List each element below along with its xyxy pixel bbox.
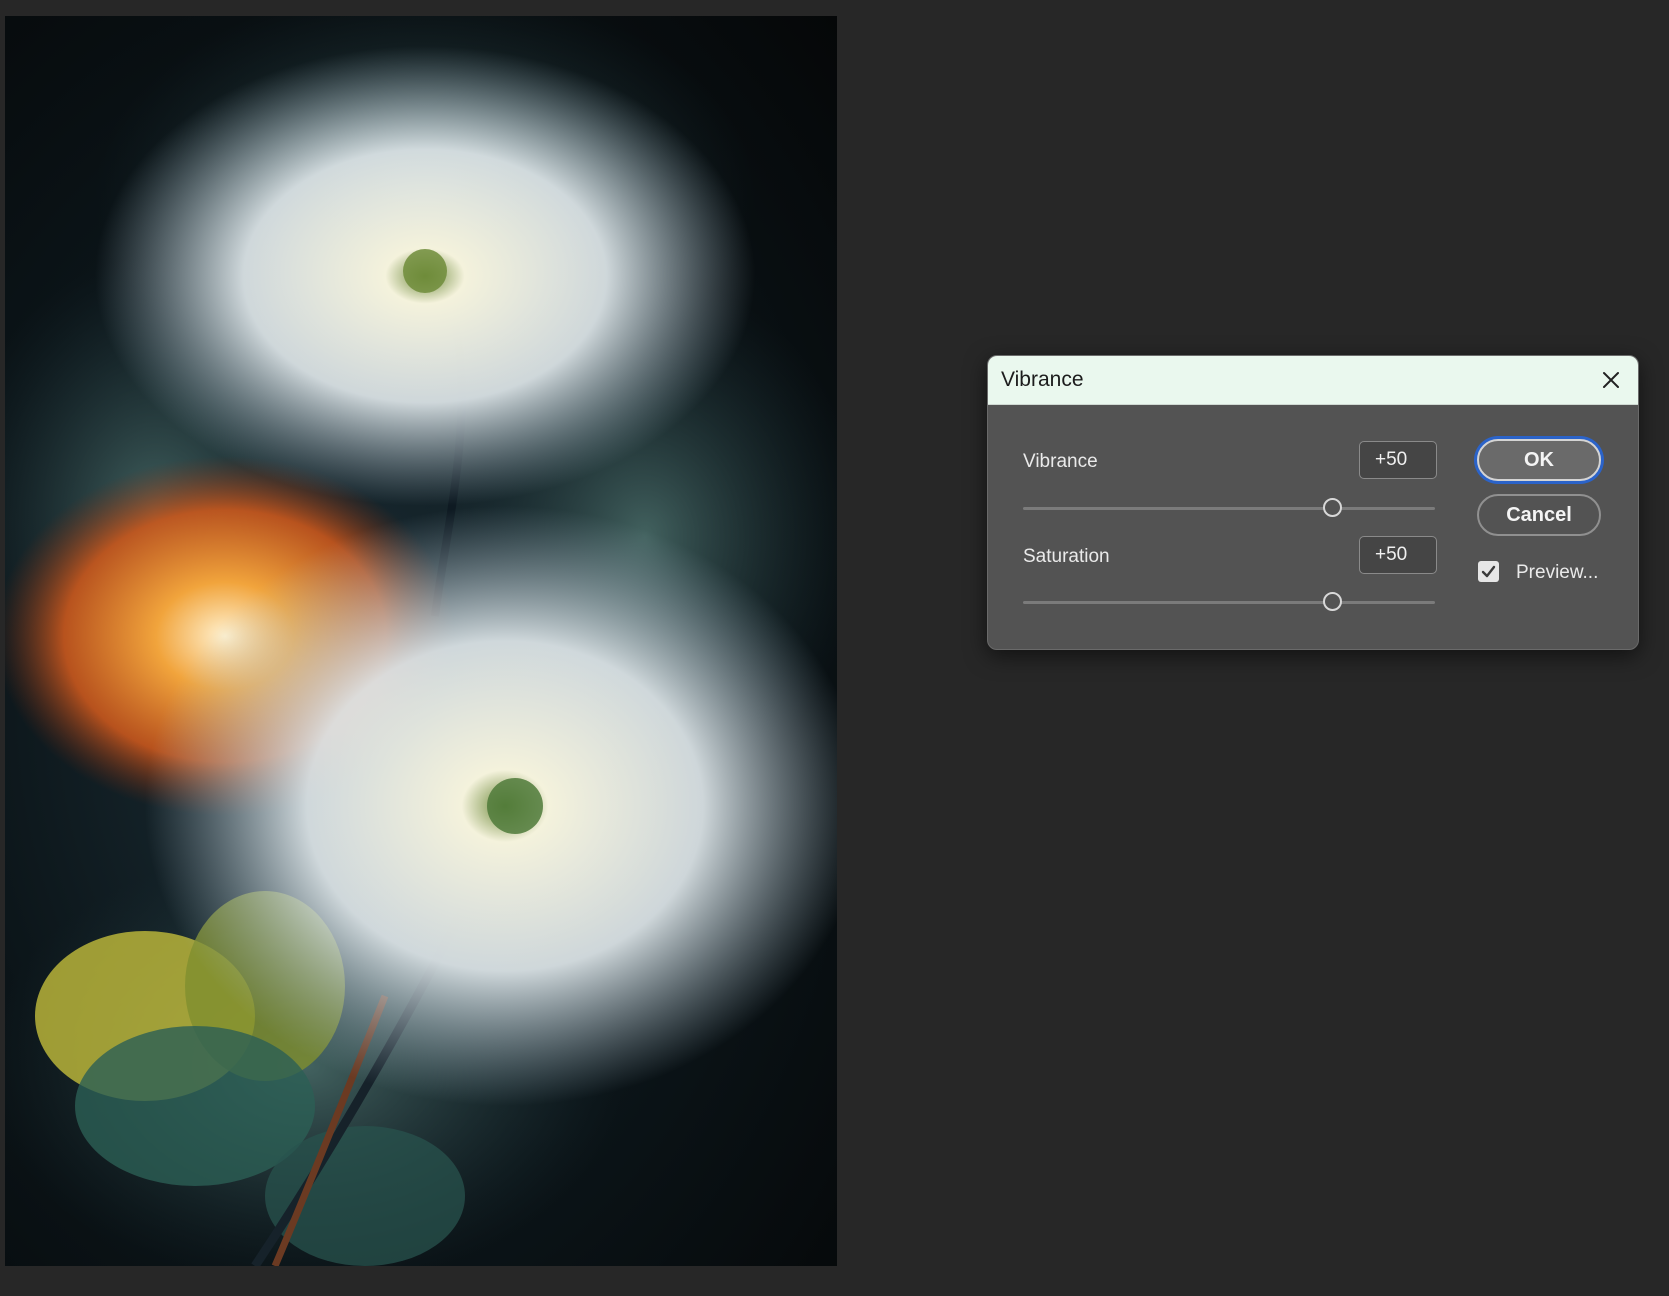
- saturation-value-field[interactable]: +50: [1359, 536, 1437, 574]
- vibrance-slider-thumb[interactable]: [1322, 498, 1342, 517]
- saturation-slider-track[interactable]: [1023, 601, 1435, 604]
- saturation-label: Saturation: [1023, 546, 1110, 567]
- photoshop-workspace: Vibrance Vibrance +50 Saturation +50 OK …: [0, 0, 1669, 1296]
- document-canvas-image: [5, 16, 837, 1266]
- preview-checkbox[interactable]: [1478, 561, 1499, 582]
- vibrance-label: Vibrance: [1023, 451, 1098, 472]
- saturation-slider-thumb[interactable]: [1322, 592, 1342, 611]
- close-icon: [1603, 372, 1619, 388]
- flower-artwork: [5, 16, 837, 1266]
- cancel-button[interactable]: Cancel: [1477, 494, 1601, 536]
- checkmark-icon: [1481, 565, 1496, 578]
- close-button[interactable]: [1596, 365, 1626, 395]
- vibrance-value-field[interactable]: +50: [1359, 441, 1437, 479]
- vibrance-slider-track[interactable]: [1023, 507, 1435, 510]
- vibrance-dialog: Vibrance Vibrance +50 Saturation +50 OK …: [987, 355, 1639, 650]
- ok-button[interactable]: OK: [1477, 439, 1601, 481]
- dialog-title: Vibrance: [1001, 368, 1084, 391]
- preview-label: Preview...: [1516, 562, 1599, 583]
- dialog-titlebar: Vibrance: [988, 356, 1638, 405]
